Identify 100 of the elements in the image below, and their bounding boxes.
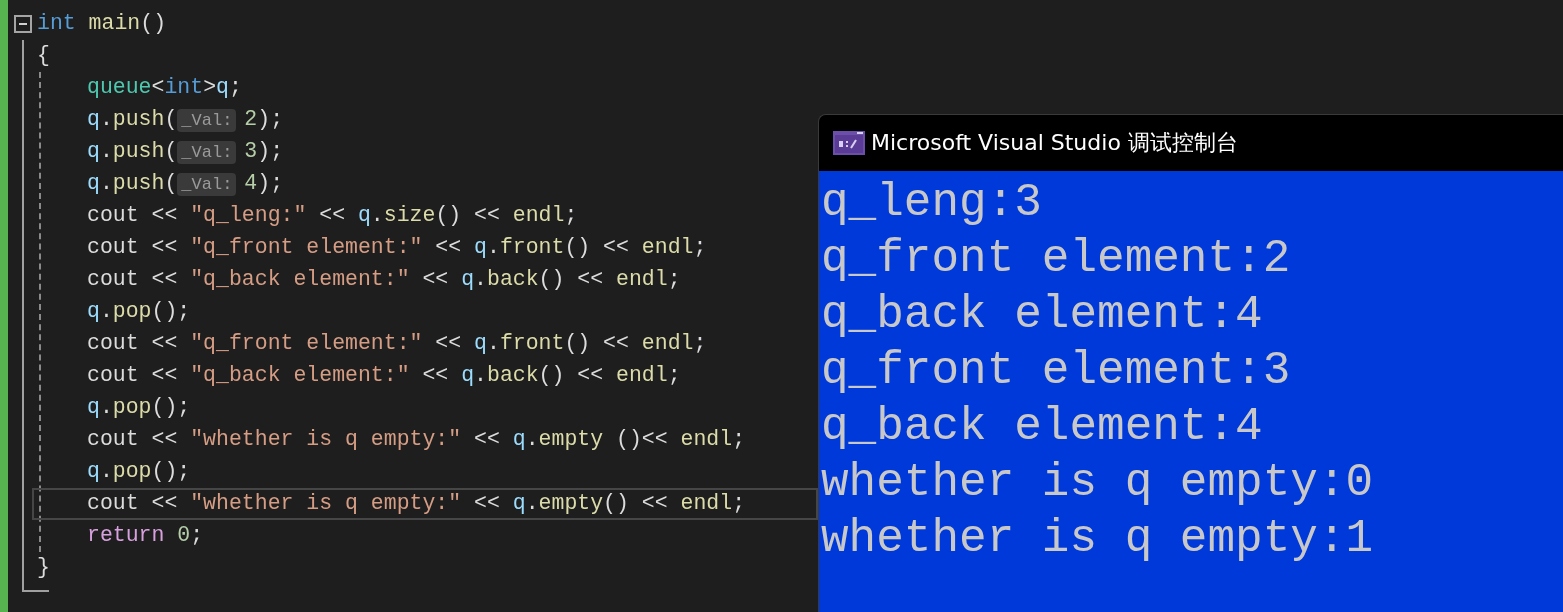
code-text: front <box>499 333 565 355</box>
code-text: q <box>357 205 371 227</box>
code-text: endl <box>680 493 733 515</box>
code-text: q <box>87 141 100 163</box>
code-text: 4 <box>244 173 258 195</box>
code-text: . <box>474 365 487 387</box>
code-text: "q_back element:" <box>190 269 410 291</box>
code-text: cout << <box>87 365 179 387</box>
code-text: q <box>474 237 487 259</box>
code-text: ; <box>693 333 707 355</box>
code-text: "whether is q empty:" <box>190 493 462 515</box>
code-text: ); <box>257 173 284 195</box>
code-text: "whether is q empty:" <box>190 429 462 451</box>
code-text: ( <box>164 141 178 163</box>
code-text: q <box>87 109 100 131</box>
code-text: q <box>87 461 100 483</box>
code-text: cout << <box>87 493 179 515</box>
code-text: cout << <box>87 333 179 355</box>
code-text: () << <box>564 333 630 355</box>
code-text: int <box>37 13 76 35</box>
console-line: whether is q empty:1 <box>821 512 1375 567</box>
code-text: q <box>87 173 100 195</box>
code-text: cout << <box>87 429 179 451</box>
code-text: back <box>487 269 539 291</box>
code-text: main <box>87 13 141 35</box>
console-line: whether is q empty:0 <box>821 456 1375 511</box>
console-line: q_front element:2 <box>821 232 1292 287</box>
code-text: ; <box>667 269 681 291</box>
code-text: << <box>421 365 450 387</box>
code-text: << <box>473 429 501 451</box>
code-text: q <box>512 493 526 515</box>
code-text: "q_leng:" <box>190 205 307 227</box>
code-text: cout << <box>87 205 179 227</box>
code-text: endl <box>616 365 668 387</box>
code-text: 2 <box>244 109 258 131</box>
code-text: << <box>421 269 450 291</box>
code-text: . <box>487 333 500 355</box>
code-text: () <box>140 13 167 35</box>
code-text: ; <box>564 205 578 227</box>
collapse-icon[interactable] <box>14 15 32 33</box>
console-title: Microsoft Visual Studio 调试控制台 <box>871 129 1238 157</box>
code-text: back <box>487 365 539 387</box>
code-text: q <box>474 333 487 355</box>
code-text: endl <box>641 333 694 355</box>
code-text: "q_front element:" <box>190 237 423 259</box>
code-text: ; <box>228 77 242 99</box>
code-text: . <box>99 109 113 131</box>
code-text: endl <box>616 269 668 291</box>
code-text: . <box>99 301 113 323</box>
code-text: . <box>99 173 113 195</box>
code-text: (); <box>151 397 191 419</box>
code-text: . <box>487 237 500 259</box>
code-text: () << <box>435 205 501 227</box>
code-text: () << <box>603 493 669 515</box>
code-text: ( <box>164 109 178 131</box>
code-text: . <box>370 205 384 227</box>
code-text: . <box>474 269 487 291</box>
code-text: push <box>112 173 165 195</box>
code-text: q <box>512 429 526 451</box>
code-text: << <box>434 237 463 259</box>
code-text: ; <box>693 237 707 259</box>
code-text: { <box>37 45 50 67</box>
code-text: ()<< <box>615 429 669 451</box>
code-text: << <box>434 333 463 355</box>
code-text: q <box>461 365 475 387</box>
code-text: endl <box>641 237 694 259</box>
code-text: 3 <box>244 141 258 163</box>
code-text: > <box>203 77 217 99</box>
code-text: . <box>99 141 113 163</box>
code-text: . <box>99 461 113 483</box>
code-text: endl <box>680 429 733 451</box>
console-line: q_back element:4 <box>821 400 1264 455</box>
code-text: } <box>37 557 50 579</box>
code-text: ); <box>257 141 284 163</box>
code-text: () << <box>564 237 630 259</box>
code-text: pop <box>112 397 152 419</box>
parameter-hint: _Val: <box>177 108 237 132</box>
code-text: q <box>87 397 100 419</box>
code-text: . <box>99 397 113 419</box>
code-text: ); <box>257 109 284 131</box>
code-text: << <box>318 205 347 227</box>
code-text: endl <box>512 205 565 227</box>
code-text: pop <box>112 461 152 483</box>
code-text: () << <box>538 365 605 387</box>
code-text: < <box>151 77 165 99</box>
code-text: ; <box>732 493 746 515</box>
parameter-hint: _Val: <box>177 140 237 164</box>
code-text: << <box>473 493 501 515</box>
code-text: return <box>87 525 165 547</box>
code-text: cout << <box>87 269 179 291</box>
code-text: push <box>112 141 165 163</box>
code-text: "q_front element:" <box>190 333 423 355</box>
code-text: ; <box>190 525 204 547</box>
code-text: queue <box>87 77 152 99</box>
code-text: int <box>164 77 204 99</box>
code-text: push <box>112 109 165 131</box>
code-text: size <box>383 205 436 227</box>
code-text: 0 <box>176 525 191 547</box>
code-text: q <box>216 77 229 99</box>
code-text: empty <box>538 429 604 451</box>
